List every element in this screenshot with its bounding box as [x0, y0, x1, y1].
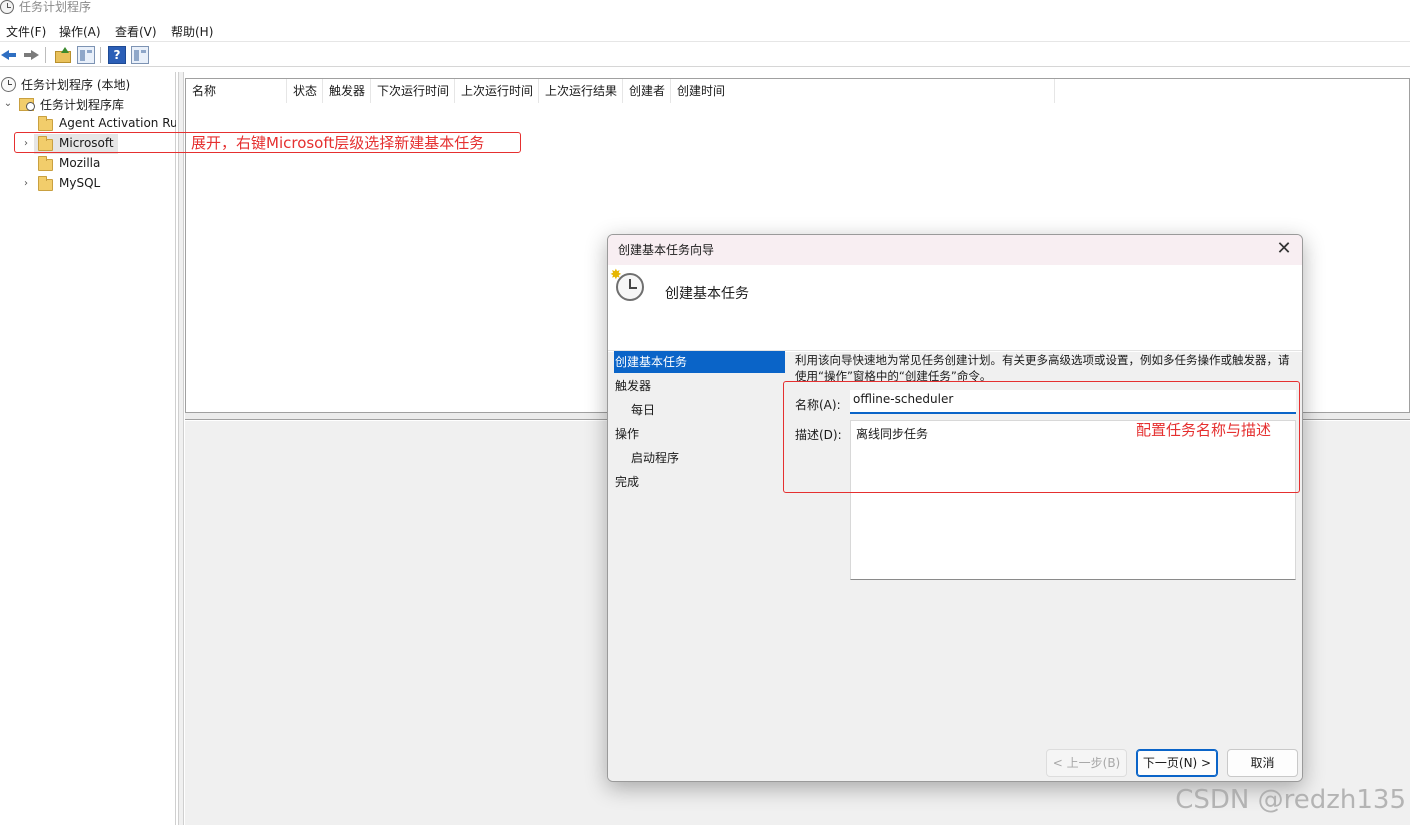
wizard-step-trigger[interactable]: 触发器	[614, 375, 651, 397]
annotation-text: 展开，右键Microsoft层级选择新建基本任务	[191, 134, 485, 152]
tree-item-root[interactable]: 任务计划程序 (本地)	[0, 74, 176, 94]
column-header[interactable]: 创建时间	[671, 79, 1055, 103]
menu-view[interactable]: 查看(V)	[115, 23, 157, 40]
chevron-down-icon[interactable]: ⌄	[3, 99, 13, 109]
task-library-icon	[19, 98, 35, 111]
tree-item-mysql[interactable]: › MySQL	[0, 174, 176, 194]
tree-item-label: Mozilla	[59, 156, 101, 170]
window-title: 任务计划程序	[19, 0, 92, 14]
toolbar: ?	[0, 43, 1410, 67]
dialog-title: 创建基本任务向导	[618, 243, 715, 257]
menu-bar: 文件(F) 操作(A) 查看(V) 帮助(H)	[0, 20, 1410, 42]
folder-icon	[38, 116, 53, 131]
help-icon[interactable]: ?	[108, 46, 126, 64]
column-header[interactable]: 触发器	[323, 79, 371, 103]
wizard-step-finish[interactable]: 完成	[614, 471, 639, 493]
chevron-right-icon[interactable]: ›	[21, 179, 31, 189]
folder-up-icon[interactable]	[53, 46, 71, 64]
wizard-step-start-program[interactable]: 启动程序	[630, 447, 679, 469]
pane-splitter[interactable]	[178, 72, 184, 825]
tree-item-mozilla[interactable]: Mozilla	[0, 154, 176, 174]
forward-arrow-icon[interactable]	[22, 46, 40, 64]
new-star-icon: ✸	[610, 267, 622, 283]
dialog-heading: 创建基本任务	[665, 286, 749, 302]
toolbar-separator	[100, 47, 101, 63]
tree-item-agent-activation[interactable]: Agent Activation Runtime	[0, 114, 176, 134]
wizard-step-daily[interactable]: 每日	[630, 399, 655, 421]
column-header[interactable]: 名称	[186, 79, 287, 103]
next-button[interactable]: 下一页(N) >	[1136, 749, 1218, 777]
cancel-button[interactable]: 取消	[1227, 749, 1298, 777]
back-arrow-icon[interactable]	[0, 46, 18, 64]
dialog-header: ✸ 创建基本任务	[608, 265, 1302, 351]
folder-icon	[38, 156, 53, 171]
column-header[interactable]: 下次运行时间	[371, 79, 455, 103]
folder-icon	[38, 176, 53, 191]
tree-item-library[interactable]: ⌄ 任务计划程序库	[0, 94, 176, 114]
show-tree-icon[interactable]	[77, 46, 95, 64]
menu-file[interactable]: 文件(F)	[6, 23, 46, 40]
toolbar-separator	[45, 47, 46, 63]
show-action-pane-icon[interactable]	[131, 46, 149, 64]
column-header[interactable]: 上次运行时间	[455, 79, 539, 103]
tree-item-label: 任务计划程序 (本地)	[21, 78, 131, 92]
clock-icon	[0, 0, 14, 14]
column-header[interactable]: 上次运行结果	[539, 79, 623, 103]
watermark: CSDN @redzh135	[1175, 785, 1406, 815]
window-titlebar: 任务计划程序	[0, 0, 1410, 19]
clock-icon	[1, 77, 16, 92]
wizard-intro-text: 利用该向导快速地为常见任务创建计划。有关更多高级选项或设置，例如多任务操作或触发…	[795, 353, 1290, 383]
navigation-tree: 任务计划程序 (本地) ⌄ 任务计划程序库 Agent Activation R…	[0, 72, 176, 825]
column-header[interactable]: 状态	[287, 79, 323, 103]
menu-action[interactable]: 操作(A)	[59, 23, 101, 40]
back-button[interactable]: < 上一步(B)	[1046, 749, 1127, 777]
wizard-step-action[interactable]: 操作	[614, 423, 639, 445]
menu-help[interactable]: 帮助(H)	[171, 23, 213, 40]
tree-item-label: MySQL	[59, 176, 101, 190]
tree-item-label: Agent Activation Runtime	[59, 116, 176, 130]
close-icon[interactable]: ✕	[1272, 238, 1296, 262]
wizard-step-create[interactable]: 创建基本任务	[614, 351, 785, 373]
dialog-titlebar: 创建基本任务向导 ✕	[608, 235, 1302, 265]
tree-item-label: 任务计划程序库	[40, 98, 125, 112]
column-header[interactable]: 创建者	[623, 79, 671, 103]
annotation-text: 配置任务名称与描述	[1136, 421, 1272, 439]
create-basic-task-dialog: 创建基本任务向导 ✕ ✸ 创建基本任务 创建基本任务 触发器 每日 操作 启动程…	[607, 234, 1303, 782]
